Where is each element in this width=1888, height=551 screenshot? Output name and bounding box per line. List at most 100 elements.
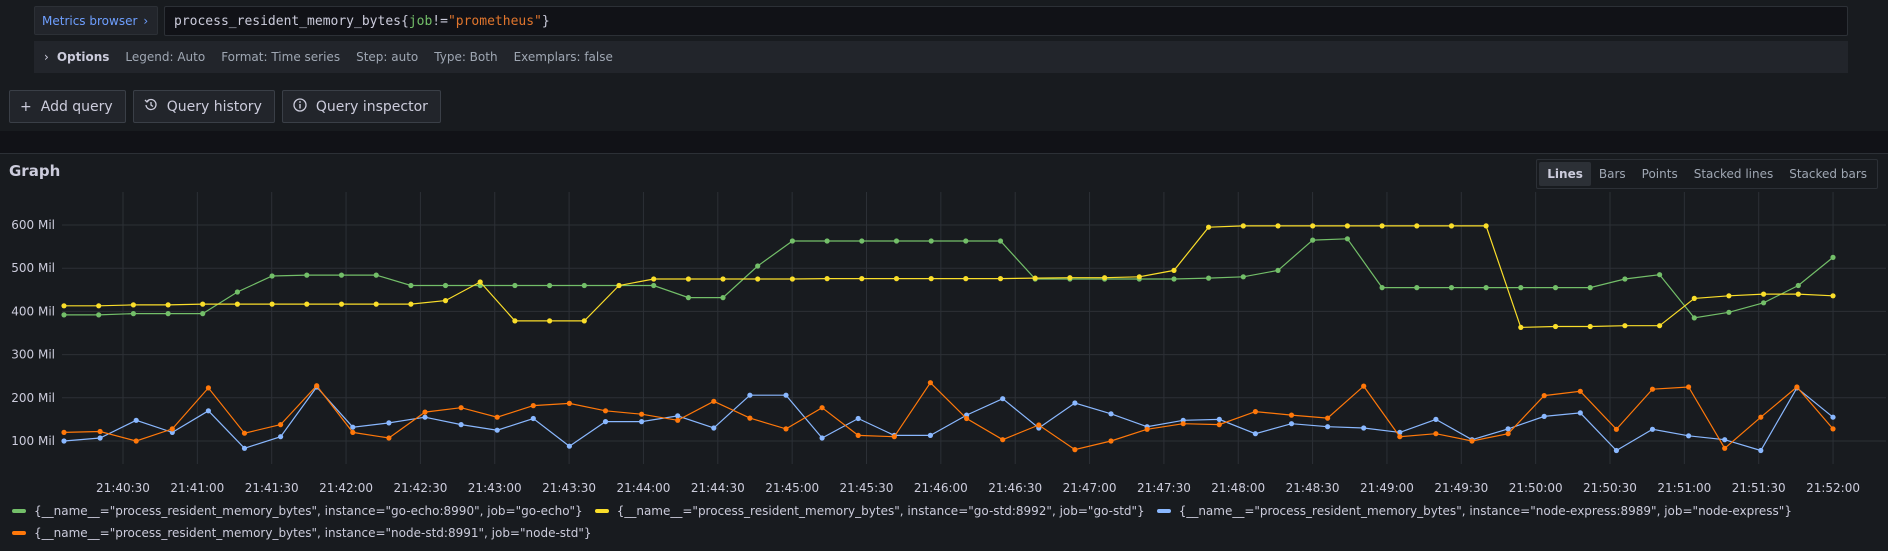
data-point [783, 426, 789, 432]
data-point [1541, 413, 1547, 419]
data-point [96, 312, 102, 318]
option-type: Type: Both [434, 50, 498, 64]
data-point [1758, 447, 1764, 454]
x-tick-label: 21:49:00 [1360, 481, 1414, 495]
data-point [1310, 223, 1316, 229]
plus-icon: + [20, 98, 32, 115]
data-point [1102, 275, 1108, 281]
add-query-button[interactable]: + Add query [9, 90, 126, 123]
data-point [1483, 285, 1489, 291]
data-point [234, 289, 240, 295]
data-point [566, 400, 573, 406]
query-brace-open: { [400, 13, 409, 29]
data-point [639, 411, 645, 417]
data-point [1518, 324, 1524, 330]
y-tick-label: 400 Mil [11, 304, 55, 318]
data-point [1397, 434, 1403, 440]
data-point [1206, 224, 1212, 230]
data-point [530, 415, 536, 422]
data-point [1726, 293, 1732, 299]
metrics-browser-button[interactable]: Metrics browser › [34, 6, 158, 35]
query-options-toggle[interactable]: › Options Legend: Auto Format: Time seri… [34, 41, 1848, 73]
data-point [234, 301, 240, 307]
data-point [1830, 426, 1836, 432]
data-point [165, 311, 171, 317]
x-tick-label: 21:42:30 [393, 481, 447, 495]
data-point [1795, 291, 1801, 297]
data-point [566, 443, 573, 449]
data-point [1622, 276, 1628, 282]
data-point [720, 276, 726, 282]
legend-label: {__name__="process_resident_memory_bytes… [1178, 504, 1792, 518]
data-point [1171, 267, 1177, 273]
data-point [241, 430, 248, 436]
x-tick-label: 21:44:30 [691, 481, 745, 495]
query-brace-close: } [541, 13, 550, 29]
data-point [512, 318, 518, 324]
data-point [269, 273, 275, 279]
data-point [1414, 223, 1420, 229]
data-point [1830, 414, 1836, 420]
x-tick-label: 21:50:30 [1583, 481, 1637, 495]
data-point [1414, 285, 1420, 291]
x-tick-label: 21:50:00 [1509, 481, 1563, 495]
y-tick-label: 100 Mil [11, 434, 55, 448]
data-point [130, 311, 136, 317]
data-point [1794, 384, 1800, 390]
data-point [1288, 421, 1295, 427]
query-input[interactable]: process_resident_memory_bytes{job != "prom… [164, 6, 1848, 36]
data-point [1216, 416, 1222, 422]
data-point [314, 383, 320, 389]
legend-item-go-echo[interactable]: {__name__="process_resident_memory_bytes… [12, 504, 583, 518]
x-tick-label: 21:43:30 [542, 481, 596, 495]
data-point [458, 405, 464, 411]
query-row: Metrics browser › process_resident_memor… [34, 4, 1848, 36]
data-point [602, 408, 609, 414]
data-point [1361, 383, 1367, 389]
data-point [1622, 323, 1628, 329]
data-point [165, 302, 171, 308]
query-history-button[interactable]: Query history [132, 90, 275, 123]
data-point [494, 414, 500, 420]
query-inspector-button[interactable]: Query inspector [281, 90, 441, 123]
data-point [1072, 447, 1078, 453]
x-tick-label: 21:43:00 [468, 481, 522, 495]
data-point [408, 301, 414, 307]
x-tick-label: 21:52:00 [1806, 481, 1860, 495]
data-point [1758, 414, 1764, 420]
option-step: Step: auto [356, 50, 419, 64]
data-point [205, 385, 211, 391]
legend-item-node-express[interactable]: {__name__="process_resident_memory_bytes… [1156, 504, 1792, 518]
data-point [602, 419, 609, 425]
data-point [1552, 323, 1559, 330]
data-point [1108, 411, 1114, 417]
option-legend: Legend: Auto [125, 50, 206, 64]
data-point [200, 311, 206, 317]
data-point [1505, 426, 1511, 432]
x-tick-label: 21:44:00 [616, 481, 670, 495]
data-point [1136, 274, 1142, 280]
data-point [1795, 282, 1801, 289]
data-point [278, 434, 284, 440]
data-point [1448, 285, 1455, 291]
data-point [1325, 415, 1331, 421]
option-exemplars: Exemplars: false [513, 50, 613, 64]
line-chart[interactable]: 100 Mil 200 Mil 300 Mil 400 Mil 500 Mil 600 M… [0, 154, 1888, 551]
data-point [1433, 416, 1439, 422]
legend-swatch [12, 509, 26, 513]
data-point [1072, 400, 1078, 406]
data-point [1067, 275, 1073, 281]
data-point [338, 301, 345, 307]
data-point [789, 276, 796, 282]
x-tick-label: 21:47:30 [1137, 481, 1191, 495]
data-point [1577, 388, 1583, 394]
chevron-right-icon: › [143, 13, 149, 28]
data-point [1722, 437, 1728, 443]
data-point [616, 282, 622, 289]
data-point [819, 405, 825, 411]
legend-item-node-std[interactable]: {__name__="process_resident_memory_bytes… [12, 526, 592, 540]
data-point [97, 435, 103, 441]
y-tick-label: 300 Mil [11, 348, 55, 362]
legend-item-go-std[interactable]: {__name__="process_resident_memory_bytes… [594, 504, 1145, 518]
data-point [997, 238, 1004, 244]
